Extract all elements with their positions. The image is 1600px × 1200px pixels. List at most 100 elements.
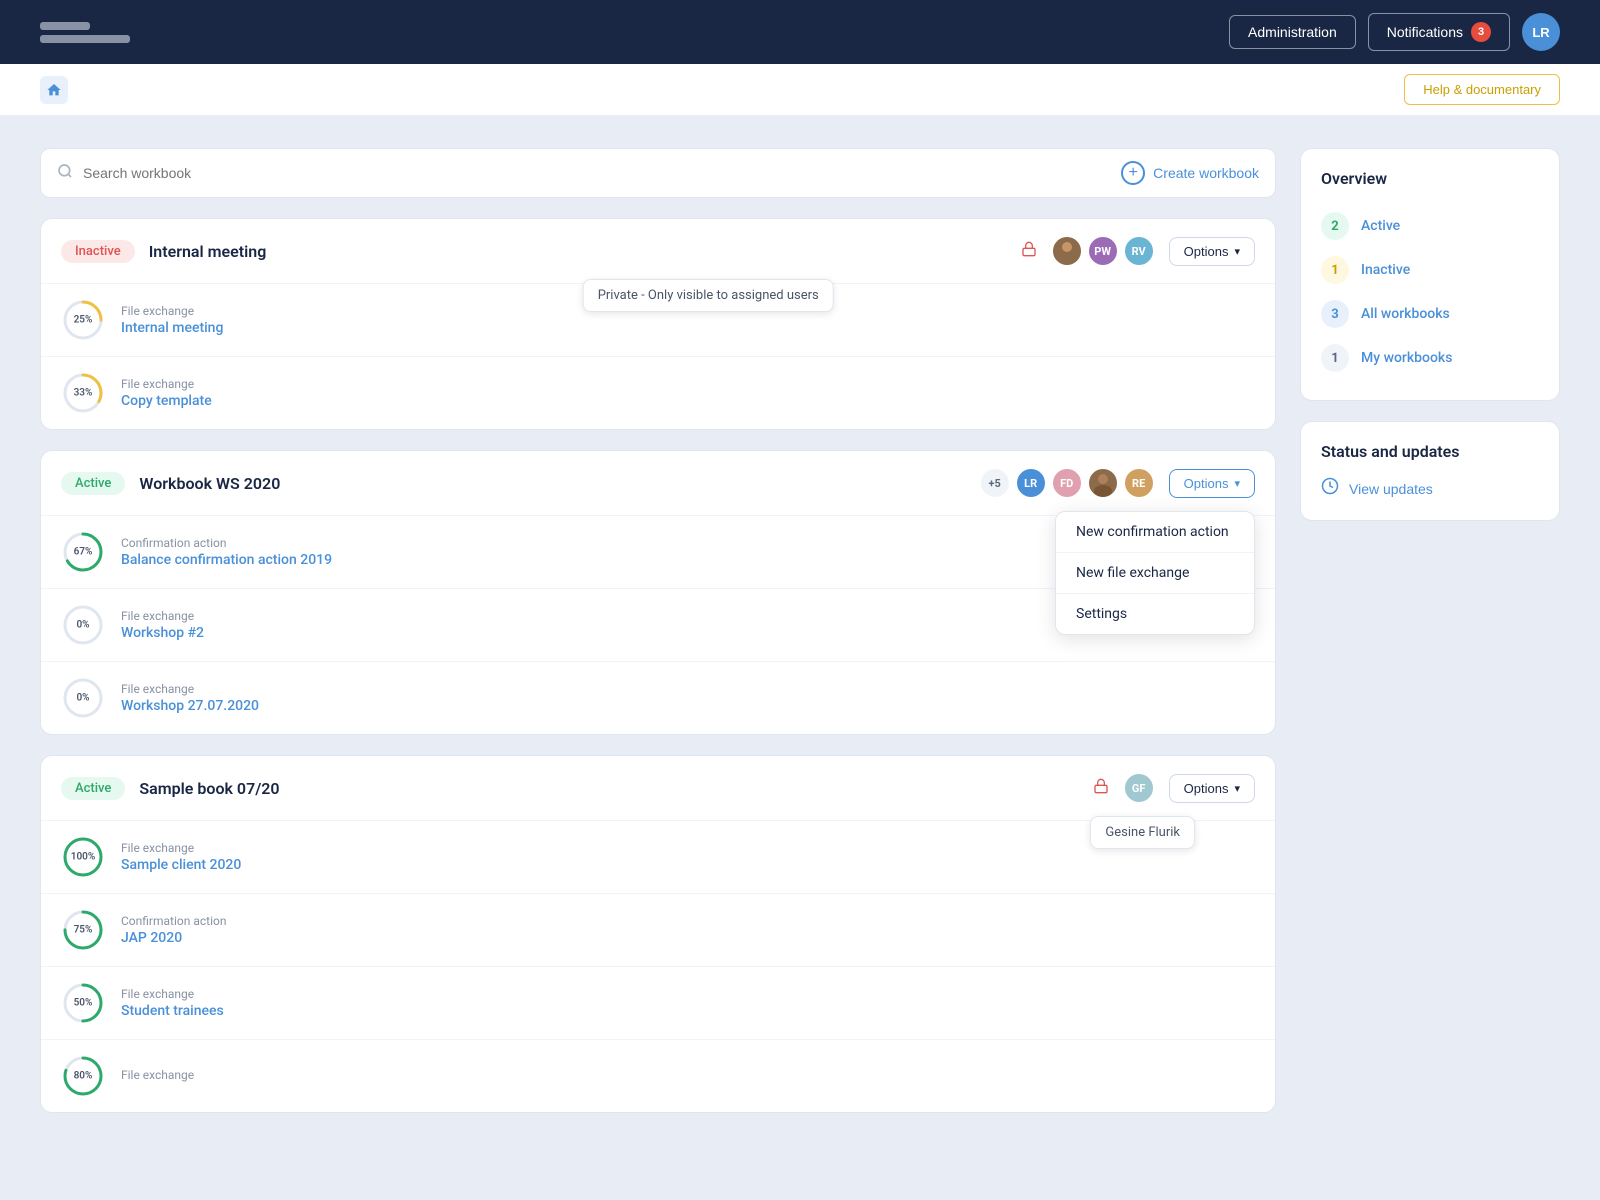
user-avatars-1: PW RV — [1051, 235, 1155, 267]
private-tooltip-1: Private - Only visible to assigned users — [583, 279, 834, 312]
item-type-3-4: File exchange — [121, 1068, 1255, 1082]
workbook-item-3-4: 80% File exchange — [41, 1039, 1275, 1112]
user-avatar-button[interactable]: LR — [1522, 13, 1560, 51]
help-button[interactable]: Help & documentary — [1404, 74, 1560, 105]
avatar-count-2: +5 — [979, 467, 1011, 499]
create-workbook-button[interactable]: + Create workbook — [1121, 161, 1259, 185]
overview-card: Overview 2 Active 1 Inactive 3 All workb… — [1300, 148, 1560, 401]
overview-title: Overview — [1321, 169, 1539, 188]
workbook-item-1-2: 33% File exchange Copy template — [41, 356, 1275, 429]
progress-circle-1-2: 33% — [61, 371, 105, 415]
overview-label-my: My workbooks — [1361, 350, 1452, 366]
progress-circle-2-3: 0% — [61, 676, 105, 720]
progress-text-3-3: 50% — [74, 998, 93, 1009]
progress-circle-2-2: 0% — [61, 603, 105, 647]
item-name-1-1[interactable]: Internal meeting — [121, 320, 1255, 336]
workbook-card-1: Inactive Internal meeting — [40, 218, 1276, 430]
progress-circle-1-1: 25% — [61, 298, 105, 342]
options-button-3[interactable]: Options ▾ — [1169, 774, 1255, 803]
progress-circle-3-1: 100% — [61, 835, 105, 879]
workbook-item-2-3: 0% File exchange Workshop 27.07.2020 — [41, 661, 1275, 734]
overview-label-inactive: Inactive — [1361, 262, 1410, 278]
options-button-2[interactable]: Options ▾ — [1169, 469, 1255, 498]
chevron-down-icon-3: ▾ — [1234, 782, 1240, 795]
progress-circle-3-2: 75% — [61, 908, 105, 952]
avatar-fd: FD — [1051, 467, 1083, 499]
view-updates-button[interactable]: View updates — [1321, 477, 1433, 500]
progress-text-3-1: 100% — [71, 852, 96, 863]
progress-circle-2-1: 67% — [61, 530, 105, 574]
progress-text-2-1: 67% — [74, 547, 93, 558]
logo — [40, 22, 130, 43]
sec-nav: Help & documentary — [0, 64, 1600, 116]
item-info-3-2: Confirmation action JAP 2020 — [121, 914, 1255, 946]
item-name-3-2[interactable]: JAP 2020 — [121, 930, 1255, 946]
chevron-down-icon: ▾ — [1234, 245, 1240, 258]
view-updates-label: View updates — [1349, 481, 1433, 497]
search-input[interactable] — [83, 165, 1121, 181]
item-type-2-1: Confirmation action — [121, 536, 1195, 550]
avatar-rv: RV — [1123, 235, 1155, 267]
admin-button[interactable]: Administration — [1229, 15, 1356, 49]
status-badge-3: Active — [61, 777, 125, 800]
progress-text-2-2: 0% — [76, 620, 89, 631]
home-button[interactable] — [40, 76, 68, 104]
workbook-header-1: Inactive Internal meeting — [41, 219, 1275, 283]
item-info-2-1: Confirmation action Balance confirmation… — [121, 536, 1195, 568]
avatar-gf: GF — [1123, 772, 1155, 804]
progress-text-3-4: 80% — [74, 1071, 93, 1082]
overview-label-all: All workbooks — [1361, 306, 1450, 322]
search-bar: + Create workbook — [40, 148, 1276, 198]
item-name-3-1[interactable]: Sample client 2020 — [121, 857, 1255, 873]
workbook-title-2: Workbook WS 2020 — [139, 474, 964, 493]
status-badge-2: Active — [61, 472, 125, 495]
item-name-1-2[interactable]: Copy template — [121, 393, 1255, 409]
overview-item-my[interactable]: 1 My workbooks — [1321, 336, 1539, 380]
overview-num-my: 1 — [1321, 344, 1349, 372]
dropdown-item-new-file-exchange[interactable]: New file exchange — [1056, 553, 1254, 594]
workbook-header-3: Active Sample book 07/20 GF Gesine Fluri… — [41, 756, 1275, 820]
avatar-pw: PW — [1087, 235, 1119, 267]
progress-text-2-3: 0% — [76, 693, 89, 704]
item-type-3-3: File exchange — [121, 987, 1255, 1001]
workbook-header-2: Active Workbook WS 2020 +5 LR FD RE O — [41, 451, 1275, 515]
workbook-card-3: Active Sample book 07/20 GF Gesine Fluri… — [40, 755, 1276, 1113]
notifications-label: Notifications — [1387, 24, 1463, 40]
overview-item-inactive[interactable]: 1 Inactive — [1321, 248, 1539, 292]
progress-text-3-2: 75% — [74, 925, 93, 936]
notifications-button[interactable]: Notifications 3 — [1368, 13, 1510, 51]
item-name-2-3[interactable]: Workshop 27.07.2020 — [121, 698, 1255, 714]
top-nav: Administration Notifications 3 LR — [0, 0, 1600, 64]
item-info-2-3: File exchange Workshop 27.07.2020 — [121, 682, 1255, 714]
item-type-1-2: File exchange — [121, 377, 1255, 391]
item-type-3-2: Confirmation action — [121, 914, 1255, 928]
item-info-3-1: File exchange Sample client 2020 — [121, 841, 1255, 873]
overview-item-active[interactable]: 2 Active — [1321, 204, 1539, 248]
user-tooltip-3: Gesine Flurik — [1090, 816, 1195, 849]
clock-icon — [1321, 477, 1339, 500]
overview-item-all[interactable]: 3 All workbooks — [1321, 292, 1539, 336]
workbook-item-3-2: 75% Confirmation action JAP 2020 — [41, 893, 1275, 966]
item-name-3-3[interactable]: Student trainees — [121, 1003, 1255, 1019]
dropdown-item-new-confirmation[interactable]: New confirmation action — [1056, 512, 1254, 553]
user-avatars-3: GF — [1123, 772, 1155, 804]
create-plus-icon: + — [1121, 161, 1145, 185]
options-button-1[interactable]: Options ▾ — [1169, 237, 1255, 266]
search-left — [57, 163, 1121, 183]
item-type-2-3: File exchange — [121, 682, 1255, 696]
dropdown-menu-2: New confirmation action New file exchang… — [1055, 511, 1255, 635]
search-icon — [57, 163, 73, 183]
workbook-title-1: Internal meeting — [149, 242, 1007, 261]
logo-bar2 — [40, 35, 130, 43]
progress-circle-3-4: 80% — [61, 1054, 105, 1098]
status-badge-1: Inactive — [61, 240, 135, 263]
logo-bar1 — [40, 22, 90, 30]
right-column: Overview 2 Active 1 Inactive 3 All workb… — [1300, 148, 1560, 1133]
chevron-down-icon-2: ▾ — [1234, 477, 1240, 490]
progress-text-1-1: 25% — [74, 315, 93, 326]
dropdown-item-settings[interactable]: Settings — [1056, 594, 1254, 634]
lock-icon-3 — [1093, 778, 1109, 798]
item-info-3-3: File exchange Student trainees — [121, 987, 1255, 1019]
status-card: Status and updates View updates — [1300, 421, 1560, 521]
item-name-2-1[interactable]: Balance confirmation action 2019 — [121, 552, 1195, 568]
